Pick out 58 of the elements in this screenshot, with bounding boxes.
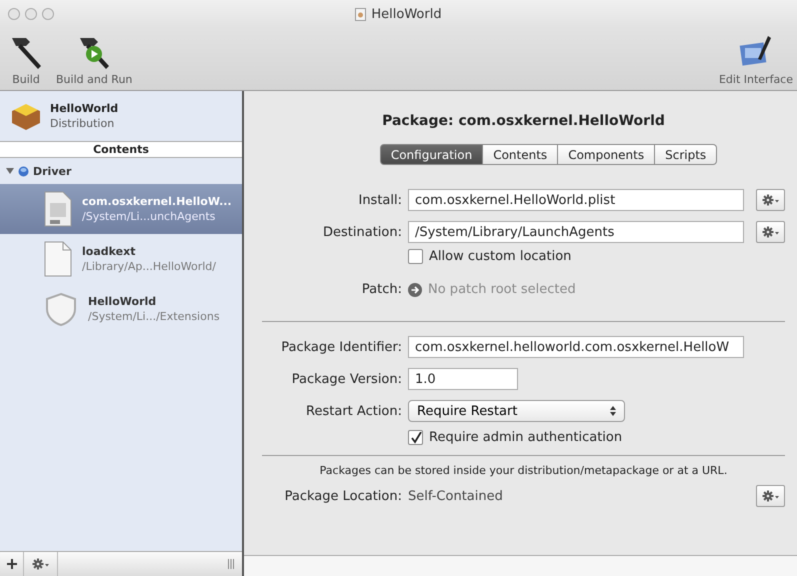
checkbox-label: Allow custom location: [429, 249, 572, 264]
toolbar-button[interactable]: Edit Interface: [718, 34, 793, 86]
gear-icon: [32, 558, 50, 570]
sidebar-item[interactable]: loadkext /Library/Ap...HelloWorld/: [0, 234, 242, 284]
input-field[interactable]: com.osxkernel.HelloWorld.plist: [408, 189, 744, 211]
group-label: Driver: [33, 164, 72, 178]
stepper-arrows-icon: [610, 406, 616, 416]
action-menu-button[interactable]: [756, 189, 785, 211]
location-value: Self-Contained: [408, 488, 503, 504]
restart-action-dropdown[interactable]: Require Restart: [408, 400, 625, 422]
action-menu-button[interactable]: [756, 221, 785, 243]
disclosure-triangle-icon[interactable]: [6, 167, 14, 175]
item-path: /Library/Ap...HelloWorld/: [82, 260, 216, 273]
package-box-icon: [10, 101, 42, 131]
field-label: Install:: [357, 192, 402, 208]
globe-icon: [18, 166, 29, 176]
field-label: Package Version:: [290, 372, 402, 386]
gear-icon: [762, 226, 780, 238]
field-label: Package Identifier:: [280, 340, 402, 354]
item-path: /System/Li.../Extensions: [88, 310, 220, 323]
field-label: Restart Action:: [305, 404, 402, 418]
toolbar-button[interactable]: Build: [6, 34, 46, 86]
field-label: Package Location:: [284, 488, 402, 504]
gear-icon: [762, 194, 780, 206]
field-label: Patch:: [360, 282, 402, 297]
tab[interactable]: Configuration: [380, 144, 484, 165]
distribution-title: HelloWorld: [50, 102, 118, 115]
item-name: HelloWorld: [88, 295, 158, 308]
checkbox-label: Require admin authentication: [429, 430, 622, 445]
patch-status: No patch root selected: [428, 282, 576, 297]
section-header: Contents: [0, 142, 242, 158]
package-title: Package: com.osxkernel.HelloWorld: [381, 113, 666, 129]
input-field[interactable]: 1.0: [408, 368, 518, 390]
plus-icon: [6, 559, 16, 569]
resize-grip-icon[interactable]: [228, 559, 234, 569]
document-icon: [355, 8, 366, 20]
item-name: com.osxkernel.HelloW...: [82, 195, 232, 208]
action-menu-button[interactable]: [756, 485, 785, 507]
input-field[interactable]: com.osxkernel.helloworld.com.osxkernel.HelloW: [408, 336, 744, 358]
shield-icon: [44, 292, 78, 326]
checkbox[interactable]: [408, 249, 423, 264]
input-field[interactable]: /System/Library/LaunchAgents: [408, 221, 744, 243]
sidebar-item[interactable]: HelloWorld /System/Li.../Extensions: [0, 284, 242, 334]
window-title: HelloWorld: [371, 6, 442, 22]
gear-icon: [762, 490, 780, 502]
item-name: loadkext: [82, 245, 136, 258]
toolbar-button[interactable]: Build and Run: [56, 34, 132, 86]
property-list-file-icon: [44, 191, 72, 227]
location-note: Packages can be stored inside your distribution/metapackage or at a URL.: [318, 464, 728, 477]
distribution-subtitle: Distribution: [50, 117, 116, 130]
document-icon: [44, 241, 72, 277]
tab[interactable]: Contents: [483, 144, 558, 165]
tab[interactable]: Components: [558, 144, 656, 165]
tab[interactable]: Scripts: [655, 144, 718, 165]
item-path: /System/Li...unchAgents: [82, 210, 216, 223]
field-label: Destination:: [322, 224, 402, 240]
checkbox[interactable]: [408, 430, 423, 445]
arrow-circle-icon[interactable]: [408, 282, 422, 296]
